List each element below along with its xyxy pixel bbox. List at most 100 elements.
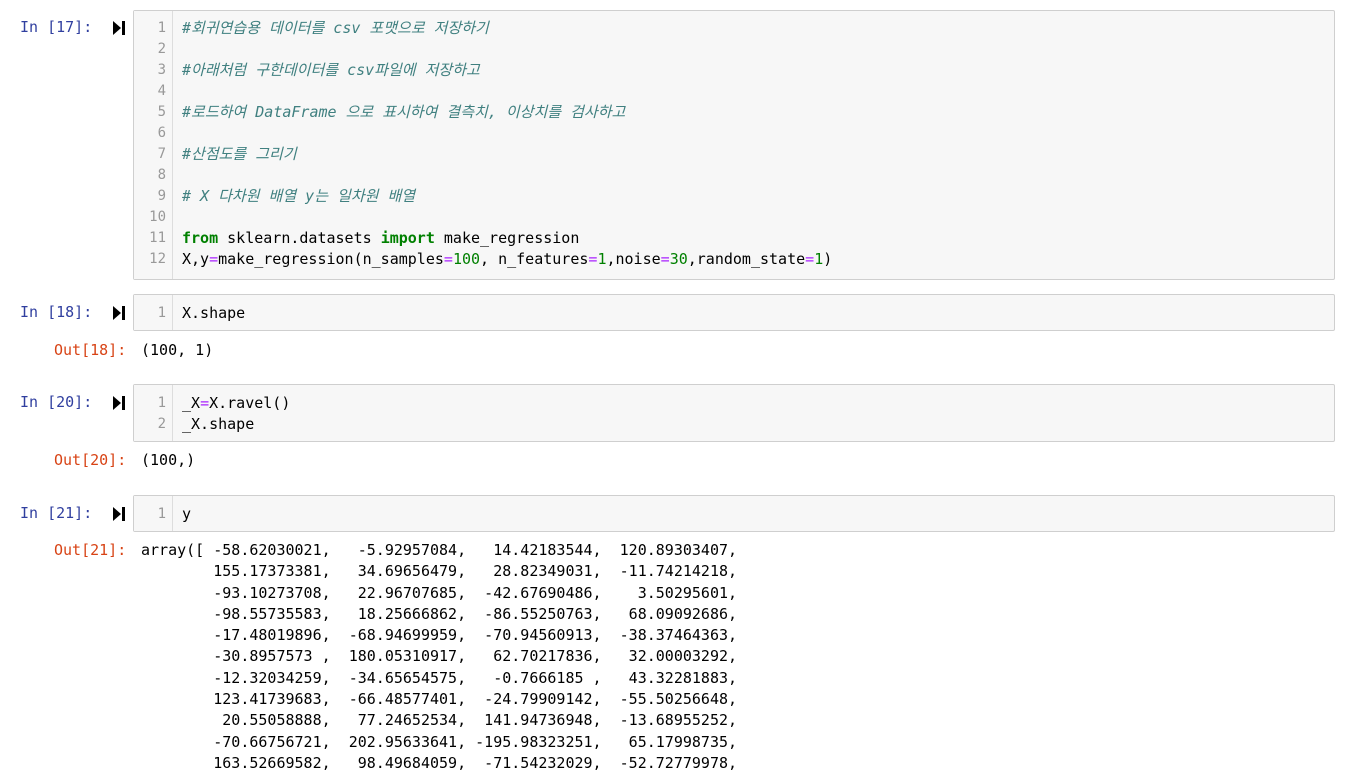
code-token: import: [380, 229, 435, 247]
code-lines: 1 X.shape: [134, 303, 1334, 324]
code-line[interactable]: 11 from sklearn.datasets import make_regr…: [134, 228, 1334, 249]
output-line: -30.8957573 , 180.05310917, 62.70217836,…: [141, 647, 738, 666]
code-lines: 1 #회귀연습용 데이터를 csv 포맷으로 저장하기 2 3 #아래처럼 구한데이터를…: [134, 18, 1334, 270]
code-text[interactable]: y: [182, 504, 191, 525]
code-token: =: [200, 394, 210, 412]
output-line: -70.66756721, 202.95633641, -195.9832325…: [141, 732, 738, 751]
run-cell-icon[interactable]: [112, 506, 126, 522]
code-line[interactable]: 10: [134, 207, 1334, 228]
code-editor[interactable]: 1y: [133, 495, 1335, 532]
output-line: -93.10273708, 22.96707685, -42.67690486,…: [141, 583, 738, 602]
output-line: array([ -58.62030021, -5.92957084, 14.42…: [141, 541, 738, 559]
code-line[interactable]: 2: [134, 39, 1334, 60]
code-token: , n_features: [480, 250, 589, 268]
code-line[interactable]: 4: [134, 81, 1334, 102]
code-token: _X: [182, 394, 201, 412]
output-line: -12.32034259, -34.65654575, -0.7666185 ,…: [141, 668, 738, 687]
line-number: 11: [149, 230, 166, 246]
code-line[interactable]: 3 #아래처럼 구한데이터를 csv파일에 저장하고: [134, 60, 1334, 81]
input-prompt: In [17]:: [20, 18, 93, 36]
code-token: #산점도를 그리기: [182, 145, 297, 163]
code-token: # X 다차원 배열 y는 일차원 배열: [182, 187, 416, 205]
code-token: make_regression: [434, 229, 580, 247]
code-line[interactable]: 1y: [134, 504, 1334, 525]
code-token: ,noise: [606, 250, 661, 268]
code-line[interactable]: 1 X.shape: [134, 303, 1334, 324]
code-line[interactable]: 9 # X 다차원 배열 y는 일차원 배열: [134, 186, 1334, 207]
code-text[interactable]: #산점도를 그리기: [182, 144, 297, 165]
code-token: 1: [814, 250, 824, 268]
code-token: _X.shape: [182, 415, 255, 433]
run-cell-icon[interactable]: [112, 395, 126, 411]
code-token: #아래처럼 구한데이터를 csv파일에 저장하고: [182, 61, 480, 79]
code-line[interactable]: 5 #로드하여 DataFrame 으로 표시하여 결측치, 이상치를 검사하고: [134, 102, 1334, 123]
code-token: from: [182, 229, 219, 247]
line-number: 1: [157, 506, 166, 522]
code-text[interactable]: _X=X.ravel(): [182, 393, 290, 414]
output-prompt: Out[21]:: [54, 541, 127, 559]
code-token: y: [182, 505, 192, 523]
code-text[interactable]: #아래처럼 구한데이터를 csv파일에 저장하고: [182, 60, 480, 81]
code-token: 30: [669, 250, 688, 268]
code-text[interactable]: X.shape: [182, 303, 245, 324]
line-number: 7: [157, 146, 166, 162]
code-editor[interactable]: 1 X.shape: [133, 294, 1335, 331]
output-line: 20.55058888, 77.24652534, 141.94736948, …: [141, 711, 738, 730]
code-editor[interactable]: 1 #회귀연습용 데이터를 csv 포맷으로 저장하기 2 3 #아래처럼 구한데이터를…: [133, 10, 1335, 280]
output-line: -98.55735583, 18.25666862, -86.55250763,…: [141, 604, 738, 623]
line-number: 8: [157, 167, 166, 183]
code-text[interactable]: #회귀연습용 데이터를 csv 포맷으로 저장하기: [182, 18, 489, 39]
line-number: 3: [157, 62, 166, 78]
run-cell-icon[interactable]: [112, 20, 126, 36]
line-number: 1: [157, 20, 166, 36]
output-prompt: Out[20]:: [54, 451, 127, 469]
cell-output: array([ -58.62030021, -5.92957084, 14.42…: [141, 540, 737, 774]
output-line: 155.17373381, 34.69656479, 28.82349031, …: [141, 562, 738, 581]
code-line[interactable]: 1 #회귀연습용 데이터를 csv 포맷으로 저장하기: [134, 18, 1334, 39]
code-line[interactable]: 1 _X=X.ravel(): [134, 393, 1334, 414]
code-token: make_regression(n_samples: [218, 250, 444, 268]
code-text[interactable]: # X 다차원 배열 y는 일차원 배열: [182, 186, 415, 207]
line-number: 1: [157, 305, 166, 321]
code-text[interactable]: X,y=make_regression(n_samples=100, n_fea…: [182, 249, 832, 270]
code-token: X,y: [182, 250, 210, 268]
code-line[interactable]: 6: [134, 123, 1334, 144]
output-line: 123.41739683, -66.48577401, -24.79909142…: [141, 690, 738, 709]
run-cell-icon[interactable]: [112, 305, 126, 321]
code-token: #로드하여 DataFrame 으로 표시하여 결측치, 이상치를 검사하고: [182, 103, 626, 121]
line-number: 12: [149, 251, 166, 267]
output-line: -17.48019896, -68.94699959, -70.94560913…: [141, 626, 738, 645]
line-number: 6: [157, 125, 166, 141]
cell-output: (100,): [141, 450, 195, 471]
code-editor[interactable]: 1 _X=X.ravel() 2 _X.shape: [133, 384, 1335, 442]
code-text[interactable]: _X.shape: [182, 414, 254, 435]
input-prompt: In [21]:: [20, 504, 93, 522]
code-token: =: [443, 250, 453, 268]
line-number: 5: [157, 104, 166, 120]
line-number: 2: [157, 416, 166, 432]
cell-output: (100, 1): [141, 340, 213, 361]
line-number: 9: [157, 188, 166, 204]
output-line: (100,): [141, 451, 196, 469]
code-token: X.shape: [182, 304, 246, 322]
input-prompt: In [20]:: [20, 393, 93, 411]
code-token: ,random_state: [687, 250, 806, 268]
code-line[interactable]: 7 #산점도를 그리기: [134, 144, 1334, 165]
code-lines: 1 _X=X.ravel() 2 _X.shape: [134, 393, 1334, 435]
output-line: (100, 1): [141, 341, 214, 359]
code-text[interactable]: from sklearn.datasets import make_regres…: [182, 228, 579, 249]
line-number: 10: [149, 209, 166, 225]
input-prompt: In [18]:: [20, 303, 93, 321]
line-number: 1: [157, 395, 166, 411]
line-number: 4: [157, 83, 166, 99]
code-token: X.ravel(): [209, 394, 291, 412]
code-line[interactable]: 8: [134, 165, 1334, 186]
code-token: =: [805, 250, 815, 268]
code-line[interactable]: 2 _X.shape: [134, 414, 1334, 435]
code-text[interactable]: #로드하여 DataFrame 으로 표시하여 결측치, 이상치를 검사하고: [182, 102, 625, 123]
output-prompt: Out[18]:: [54, 341, 127, 359]
code-token: =: [660, 250, 670, 268]
code-line[interactable]: 12 X,y=make_regression(n_samples=100, n_f…: [134, 249, 1334, 270]
code-token: #회귀연습용 데이터를 csv 포맷으로 저장하기: [182, 19, 489, 37]
output-line: 163.52669582, 98.49684059, -71.54232029,…: [141, 753, 738, 772]
